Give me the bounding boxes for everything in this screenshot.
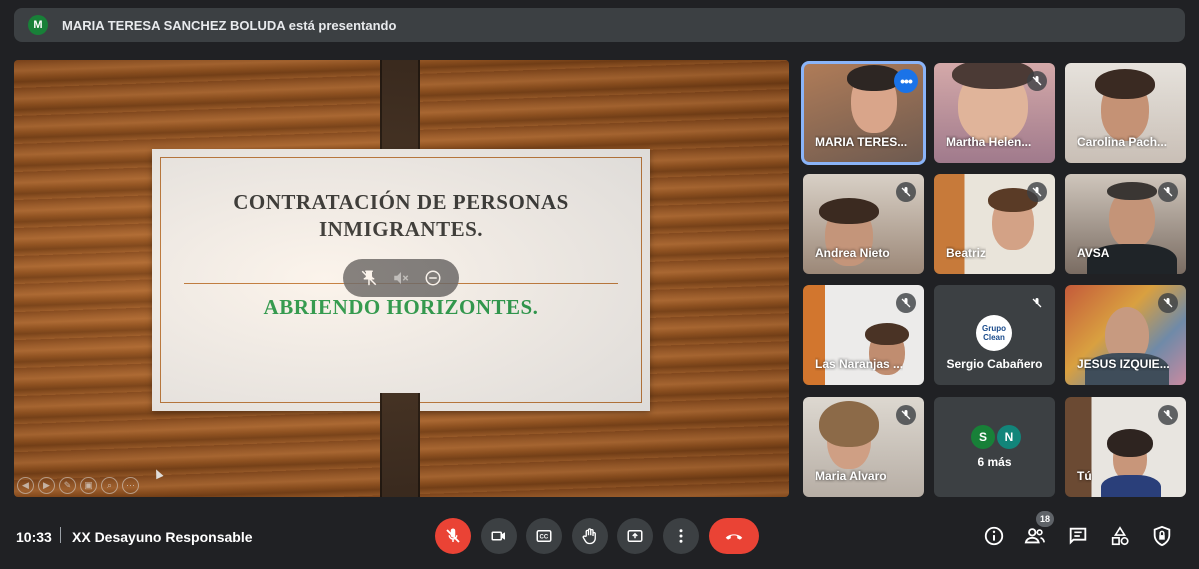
more-participants-label: 6 más [977, 455, 1012, 469]
next-slide-icon[interactable]: ▶ [38, 477, 55, 494]
activities-icon [1111, 526, 1129, 546]
participant-tile[interactable]: Beatriz [934, 174, 1055, 274]
microphone-toggle-button[interactable] [435, 518, 471, 554]
participant-tile[interactable]: Grupo Clean Sergio Cabañero [934, 285, 1055, 385]
participant-name: Beatriz [946, 246, 987, 260]
participant-tile[interactable]: Maria Alvaro [803, 397, 924, 497]
participant-hair [865, 323, 909, 345]
more-participants-avatars: S N [971, 425, 1021, 449]
presenter-avatar: M [28, 15, 48, 35]
activities-button[interactable] [1107, 523, 1133, 549]
remove-icon[interactable] [424, 269, 442, 287]
participant-name: Andrea Nieto [815, 246, 890, 260]
more-slide-options-icon[interactable]: ⋯ [122, 477, 139, 494]
more-options-button[interactable] [663, 518, 699, 554]
participant-name: Las Naranjas ... [815, 357, 904, 371]
participant-name: Maria Alvaro [815, 469, 887, 483]
meeting-time: 10:33 [16, 529, 52, 545]
people-icon [1024, 528, 1045, 544]
participant-name: MARIA TERES... [815, 135, 908, 149]
slide-subtitle: ABRIENDO HORIZONTES. [263, 295, 539, 319]
more-vertical-icon [679, 529, 683, 543]
zoom-icon[interactable]: ⌕ [101, 477, 118, 494]
participant-tile[interactable]: Tú [1065, 397, 1186, 497]
participant-tile[interactable]: JESUS IZQUIE... [1065, 285, 1186, 385]
hand-icon [582, 528, 596, 545]
more-participants-tile[interactable]: S N 6 más [934, 397, 1055, 497]
mute-audio-icon[interactable] [392, 269, 410, 287]
participant-hair [819, 198, 879, 224]
participant-tile[interactable]: Martha Helen... [934, 63, 1055, 163]
mic-off-icon [1027, 71, 1047, 91]
hang-up-icon [725, 534, 743, 540]
mic-off-icon [896, 182, 916, 202]
presentation-stage: CONTRATACIÓN DE PERSONAS INMIGRANTES. AB… [14, 60, 789, 497]
camera-toggle-button[interactable] [481, 518, 517, 554]
slide-title-line1: CONTRATACIÓN DE PERSONAS [233, 190, 569, 214]
participant-avatar: S [971, 425, 995, 449]
slides-grid-icon[interactable]: ▣ [80, 477, 97, 494]
participant-hair [952, 63, 1034, 89]
participant-tile[interactable]: AVSA [1065, 174, 1186, 274]
info-icon [984, 526, 1004, 546]
mouse-cursor-icon [152, 467, 164, 480]
participant-avatar: N [997, 425, 1021, 449]
bottom-control-bar: 10:33 XX Desayuno Responsable CC 18 [0, 505, 1199, 569]
slide-title-line2: INMIGRANTES. [318, 217, 484, 241]
participant-name: Sergio Cabañero [946, 357, 1043, 371]
participant-name: Tú [1077, 469, 1092, 483]
participant-tile[interactable]: Andrea Nieto [803, 174, 924, 274]
slide-navigation: ◀ ▶ ✎ ▣ ⌕ ⋯ [17, 477, 139, 494]
slide: CONTRATACIÓN DE PERSONAS INMIGRANTES. AB… [152, 149, 650, 411]
unpin-icon[interactable] [360, 269, 378, 287]
participant-name: Martha Helen... [946, 135, 1032, 149]
raise-hand-button[interactable] [572, 518, 608, 554]
shield-lock-icon [1153, 525, 1171, 547]
slide-clip-bottom [380, 393, 420, 497]
previous-slide-icon[interactable]: ◀ [17, 477, 34, 494]
participant-name: AVSA [1077, 246, 1110, 260]
participant-name: Carolina Pach... [1077, 135, 1168, 149]
participant-hair [847, 65, 901, 91]
participant-tile[interactable]: Carolina Pach... [1065, 63, 1186, 163]
svg-text:CC: CC [540, 535, 549, 541]
camera-icon [491, 531, 505, 541]
chat-icon [1069, 527, 1087, 545]
participant-count-badge: 18 [1036, 511, 1054, 527]
meeting-name: XX Desayuno Responsable [72, 529, 253, 545]
more-options-icon[interactable]: ••• [894, 69, 918, 93]
mic-off-icon [1027, 182, 1047, 202]
participant-hair [1107, 429, 1153, 457]
captions-icon: CC [536, 530, 552, 542]
pen-icon[interactable]: ✎ [59, 477, 76, 494]
participant-hair [1095, 69, 1155, 99]
participant-logo: Grupo Clean [976, 315, 1012, 351]
participant-tile[interactable]: Las Naranjas ... [803, 285, 924, 385]
mic-off-icon [896, 293, 916, 313]
participant-shirt [1101, 475, 1161, 497]
slide-title: CONTRATACIÓN DE PERSONAS INMIGRANTES. [152, 189, 650, 243]
present-icon [627, 530, 643, 542]
mic-off-icon [1158, 293, 1178, 313]
captions-button[interactable]: CC [526, 518, 562, 554]
presenting-banner: M MARIA TERESA SANCHEZ BOLUDA está prese… [14, 8, 1185, 42]
host-controls-button[interactable] [1149, 523, 1175, 549]
leave-call-button[interactable] [709, 518, 759, 554]
present-screen-button[interactable] [617, 518, 653, 554]
mic-off-icon [896, 405, 916, 425]
separator [60, 527, 61, 543]
participant-name: JESUS IZQUIE... [1077, 357, 1170, 371]
participant-hair [819, 401, 879, 447]
meeting-details-button[interactable] [981, 523, 1007, 549]
mic-off-icon [1158, 405, 1178, 425]
mic-off-icon [446, 528, 460, 543]
mic-off-icon [1027, 293, 1047, 313]
tile-hover-controls [343, 259, 459, 297]
mic-off-icon [1158, 182, 1178, 202]
participant-tile[interactable]: ••• MARIA TERES... [801, 61, 926, 165]
presenting-text: MARIA TERESA SANCHEZ BOLUDA está present… [62, 17, 397, 33]
chat-button[interactable] [1065, 523, 1091, 549]
participant-hair [1107, 182, 1157, 200]
